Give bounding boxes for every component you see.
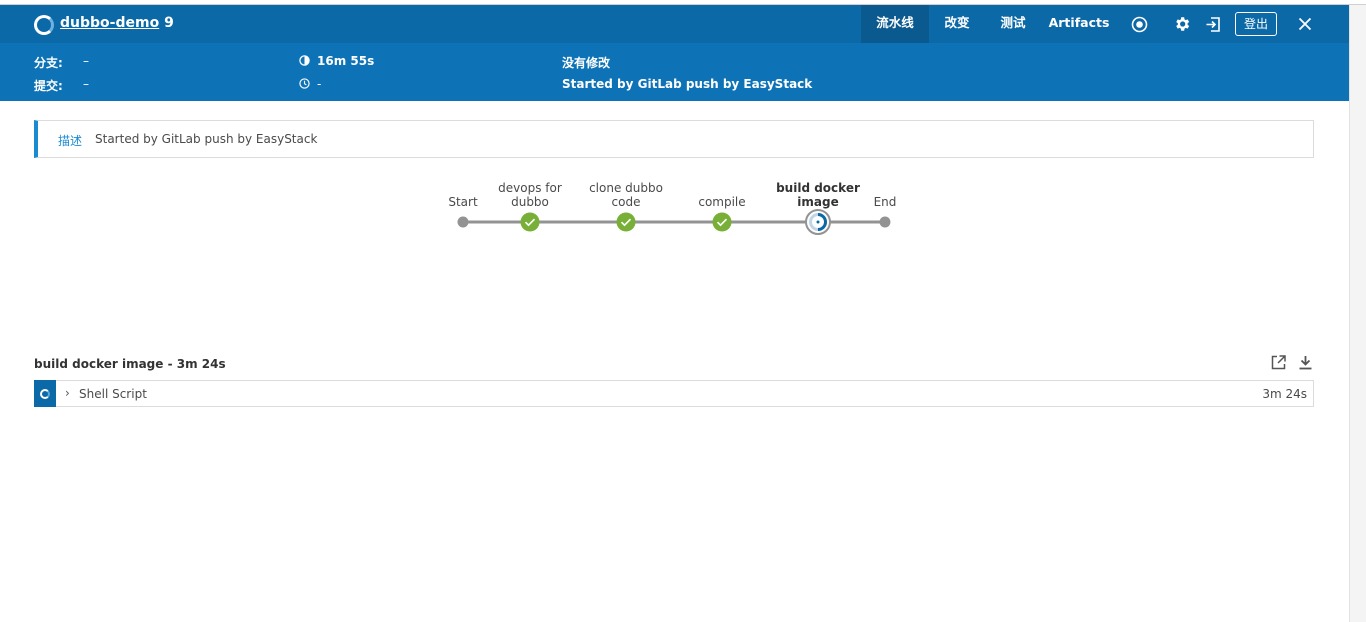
gear-icon[interactable]: [1171, 5, 1193, 43]
stage-node-compile[interactable]: [712, 212, 732, 232]
run-number: 9: [164, 15, 174, 31]
stage-node-build-docker-image[interactable]: [805, 209, 831, 235]
cause-text: Started by GitLab push by EasyStack: [562, 77, 813, 91]
start-node[interactable]: [457, 216, 469, 228]
top-header: dubbo-demo 9 流水线 改变 测试 Artifacts 登出: [0, 5, 1349, 43]
stage-label-line: build docker: [776, 181, 860, 195]
step-duration: 3m 24s: [1262, 387, 1307, 401]
chevron-right-icon[interactable]: ›: [65, 386, 70, 400]
duration-icon: [299, 55, 310, 69]
clock-icon: [299, 78, 310, 92]
run-title: dubbo-demo 9: [60, 15, 174, 31]
changes-text: 没有修改: [562, 56, 611, 70]
stage-label-line: dubbo: [511, 195, 549, 209]
tab-pipeline[interactable]: 流水线: [861, 5, 929, 43]
stage-label-line: devops for: [498, 181, 562, 195]
branch-label: 分支:: [34, 56, 63, 70]
running-status-icon: [34, 15, 54, 35]
tab-changes[interactable]: 改变: [931, 5, 983, 43]
logout-button[interactable]: 登出: [1235, 12, 1277, 36]
stage-node-clone-dubbo-code[interactable]: [616, 212, 636, 232]
step-running-icon: [34, 380, 56, 407]
branch-value: –: [83, 54, 89, 68]
description-text: Started by GitLab push by EasyStack: [95, 132, 318, 146]
stage-label-line: clone dubbo: [589, 181, 663, 195]
tab-tests[interactable]: 测试: [987, 5, 1039, 43]
stage-label-line: code: [611, 195, 641, 209]
tab-artifacts[interactable]: Artifacts: [1045, 5, 1113, 43]
sign-in-icon[interactable]: [1202, 5, 1224, 43]
end-node[interactable]: [879, 216, 891, 228]
step-name[interactable]: Shell Script: [79, 387, 147, 401]
download-icon[interactable]: [1297, 354, 1315, 372]
commit-value: –: [83, 77, 89, 91]
description-box: 描述 Started by GitLab push by EasyStack: [34, 120, 1314, 158]
run-summary-bar: 分支: – 提交: – 16m 55s - 没有修改 Started by Gi…: [0, 43, 1349, 101]
commit-label: 提交:: [34, 79, 63, 93]
pipeline-graph: Start devops for dubbo clone dubbo code …: [430, 175, 910, 245]
vertical-scrollbar[interactable]: [1349, 5, 1366, 622]
stop-icon[interactable]: [1128, 5, 1150, 43]
stage-label-devops-for-dubbo[interactable]: devops for dubbo: [485, 181, 575, 209]
run-duration: 16m 55s: [317, 54, 375, 68]
stage-node-devops-for-dubbo[interactable]: [520, 212, 540, 232]
stage-label-end: End: [873, 195, 897, 209]
open-external-icon[interactable]: [1270, 354, 1288, 372]
pipeline-name-link[interactable]: dubbo-demo: [60, 15, 159, 31]
stage-label-clone-dubbo-code[interactable]: clone dubbo code: [581, 181, 671, 209]
stage-label-compile[interactable]: compile: [677, 195, 767, 209]
step-section-title: build docker image - 3m 24s: [34, 357, 226, 371]
step-row[interactable]: › Shell Script 3m 24s: [34, 380, 1314, 407]
time-ago: -: [317, 77, 322, 91]
close-icon[interactable]: [1294, 5, 1316, 43]
description-label: 描述: [58, 134, 83, 148]
